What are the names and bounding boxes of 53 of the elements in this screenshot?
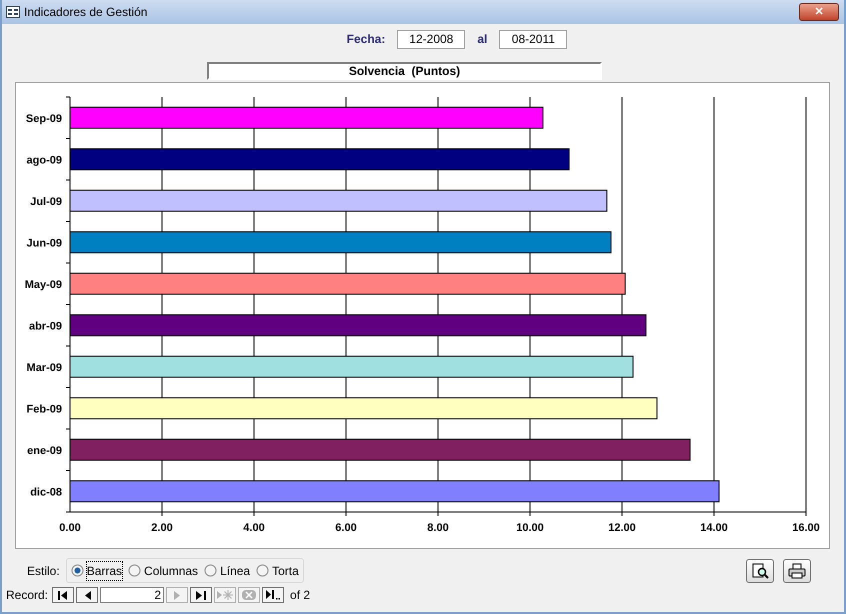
delete-icon	[242, 590, 256, 600]
axis-tick-label: 0.00	[59, 522, 81, 534]
category-label: Mar-09	[26, 362, 62, 374]
previous-record-button[interactable]	[76, 587, 98, 603]
print-button[interactable]	[783, 558, 811, 582]
date-label: Fecha:	[346, 31, 386, 48]
radio-button[interactable]	[128, 564, 142, 577]
start-date-field[interactable]: 12-2008	[397, 30, 466, 48]
form-icon	[6, 6, 20, 18]
date-separator: al	[477, 31, 488, 48]
axis-tick-label: 10.00	[516, 522, 544, 534]
category-label: ago-09	[26, 154, 62, 166]
axis-tick-label: 12.00	[608, 522, 636, 534]
chart-title: Solvencia (Puntos)	[207, 62, 602, 80]
radio-button[interactable]	[70, 564, 84, 577]
record-label: Record:	[6, 587, 48, 604]
last-record-button[interactable]	[190, 587, 212, 603]
style-label: Estilo:	[27, 562, 60, 580]
category-label: Sep-09	[26, 112, 62, 125]
first-icon	[58, 590, 68, 600]
magnifier-page-icon	[751, 562, 769, 578]
axis-tick-label: 2.00	[151, 522, 173, 534]
next-icon	[174, 590, 181, 600]
axis-tick-label: 14.00	[700, 522, 728, 534]
category-label: dic-08	[30, 486, 62, 498]
axis-tick-label: 16.00	[792, 522, 820, 534]
last-icon	[196, 590, 206, 600]
category-label: Jun-09	[26, 237, 62, 250]
axis-tick-label: 8.00	[427, 522, 449, 534]
end-date-field[interactable]: 08-2011	[499, 30, 568, 48]
window-title: Indicadores de Gestión	[24, 4, 148, 21]
style-radio-option[interactable]: Torta	[256, 562, 299, 580]
category-label: Jul-09	[30, 196, 62, 208]
radio-button[interactable]	[204, 564, 218, 577]
record-total: of 2	[290, 587, 310, 604]
new-record-icon	[217, 590, 234, 600]
category-label: Feb-09	[26, 403, 62, 416]
category-label: abr-09	[28, 320, 62, 332]
category-label: May-09	[24, 278, 62, 291]
axis-tick-label: 6.00	[335, 522, 357, 534]
axis-tick-label: 4.00	[243, 522, 265, 534]
last-new-button[interactable]	[262, 587, 284, 603]
category-label: ene-09	[27, 444, 62, 457]
previous-icon	[84, 590, 91, 600]
style-radio-option[interactable]: Línea	[204, 562, 250, 580]
style-radio-option[interactable]: Columnas	[128, 562, 198, 580]
first-record-button[interactable]	[52, 587, 74, 603]
printer-icon	[788, 562, 806, 578]
print-preview-button[interactable]	[746, 558, 774, 582]
style-radio-option[interactable]: Barras	[70, 562, 122, 580]
record-number-field[interactable]: 2	[100, 587, 164, 603]
radio-button[interactable]	[256, 564, 270, 577]
last-new-icon	[266, 590, 280, 600]
